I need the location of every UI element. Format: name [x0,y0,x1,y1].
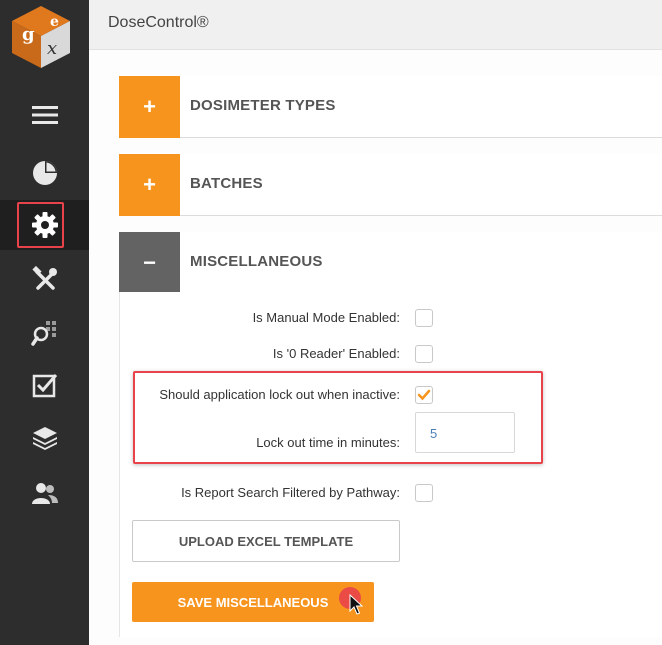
save-miscellaneous-button[interactable]: SAVE MISCELLANEOUS [132,582,374,622]
lock-out-checkbox[interactable] [415,386,433,404]
lock-time-input[interactable]: 5 [415,412,515,453]
manual-mode-checkbox[interactable] [415,309,433,327]
zero-reader-checkbox[interactable] [415,345,433,363]
report-filter-checkbox[interactable] [415,484,433,502]
zero-reader-label: Is '0 Reader' Enabled: [272,346,400,361]
checkmark-icon [417,389,431,401]
lock-out-label: Should application lock out when inactiv… [159,387,400,402]
upload-excel-template-button[interactable]: UPLOAD EXCEL TEMPLATE [132,520,400,562]
report-filter-label: Is Report Search Filtered by Pathway: [181,485,400,500]
mouse-cursor-icon [349,594,363,615]
lock-time-label: Lock out time in minutes: [256,435,400,450]
manual-mode-label: Is Manual Mode Enabled: [252,310,400,325]
